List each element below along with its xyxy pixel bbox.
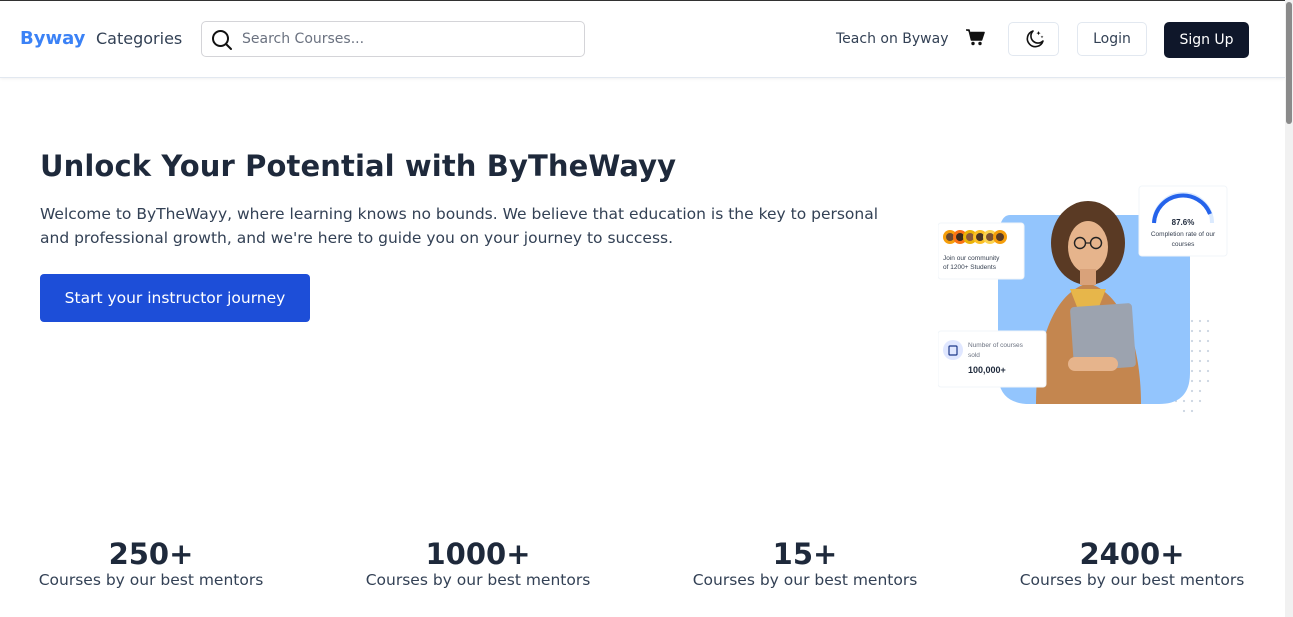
completion-text-line-2: courses (1172, 241, 1196, 248)
stat-label: Courses by our best mentors (365, 571, 591, 589)
categories-link[interactable]: Categories (96, 29, 182, 48)
completion-value: 87.6% (1172, 218, 1195, 227)
stat-number: 1000+ (425, 537, 531, 571)
courses-sold-value: 100,000+ (968, 365, 1006, 375)
hero-title: Unlock Your Potential with ByTheWayy (40, 149, 677, 183)
courses-sold-text-line-2: sold (968, 352, 980, 359)
search-input[interactable] (242, 28, 572, 50)
teach-link[interactable]: Teach on Byway (836, 31, 948, 47)
hero-illustration: Join our community of 1200+ Students 87.… (938, 185, 1228, 413)
cart-icon (966, 29, 985, 46)
courses-sold-text-line-1: Number of courses (968, 342, 1024, 349)
theme-toggle-button[interactable] (1008, 22, 1059, 56)
community-card: Join our community of 1200+ Students (938, 222, 1025, 280)
community-text-line-1: Join our community (943, 255, 1000, 262)
hero-description: Welcome to ByTheWayy, where learning kno… (40, 205, 879, 247)
page-scrollbar[interactable] (1285, 0, 1293, 617)
stat-label: Courses by our best mentors (692, 571, 918, 589)
stat-item: 250+ Courses by our best mentors (1, 536, 301, 592)
search-bar[interactable] (201, 21, 585, 57)
cart-button[interactable] (966, 29, 985, 50)
stat-number: 15+ (772, 537, 838, 571)
search-icon (212, 30, 232, 50)
scrollbar-thumb[interactable] (1286, 2, 1292, 124)
navbar: Byway Categories Teach on Byway Login Si… (0, 1, 1285, 78)
courses-sold-card: Number of courses sold 100,000+ (938, 330, 1047, 388)
community-text-line-2: of 1200+ Students (943, 264, 997, 271)
stat-item: 2400+ Courses by our best mentors (982, 536, 1282, 592)
signup-button[interactable]: Sign Up (1164, 22, 1249, 58)
stat-label: Courses by our best mentors (1019, 571, 1245, 589)
stat-item: 1000+ Courses by our best mentors (328, 536, 628, 592)
login-button[interactable]: Login (1077, 22, 1147, 56)
stat-item: 15+ Courses by our best mentors (655, 536, 955, 592)
stat-number: 250+ (108, 537, 194, 571)
start-instructor-journey-button[interactable]: Start your instructor journey (40, 274, 310, 322)
logo[interactable]: Byway (20, 28, 85, 49)
completion-rate-card: 87.6% Completion rate of our courses (1138, 185, 1228, 257)
stat-label: Courses by our best mentors (38, 571, 264, 589)
moon-icon (1026, 30, 1044, 48)
stat-number: 2400+ (1079, 537, 1185, 571)
completion-text-line-1: Completion rate of our (1151, 231, 1216, 238)
